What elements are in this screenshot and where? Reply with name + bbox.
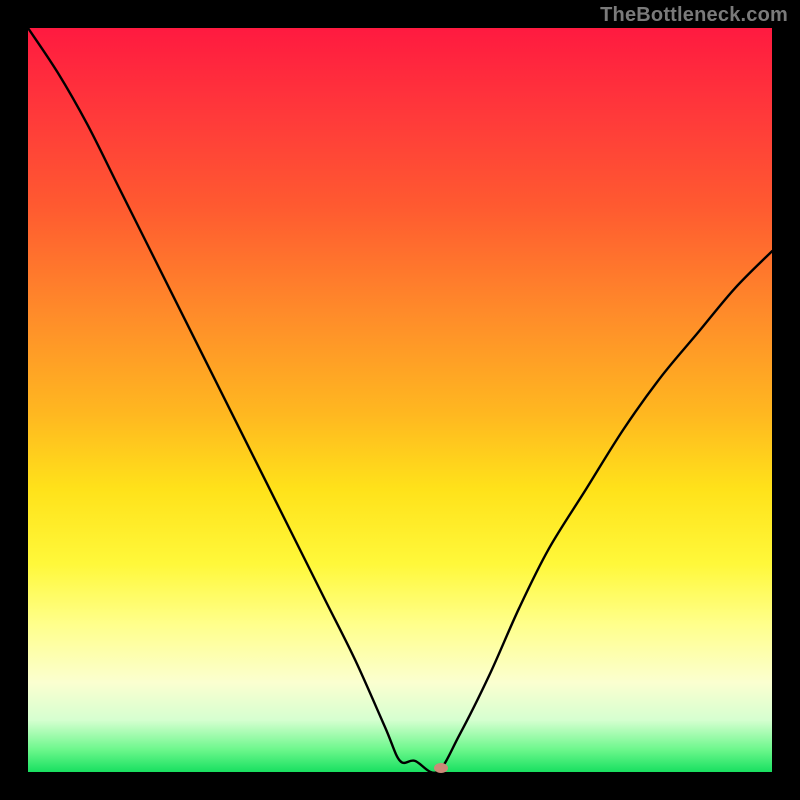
optimal-point-marker <box>434 763 448 773</box>
bottleneck-curve <box>28 28 772 772</box>
watermark-text: TheBottleneck.com <box>600 4 788 27</box>
plot-area <box>28 28 772 772</box>
chart-frame: TheBottleneck.com <box>0 0 800 800</box>
